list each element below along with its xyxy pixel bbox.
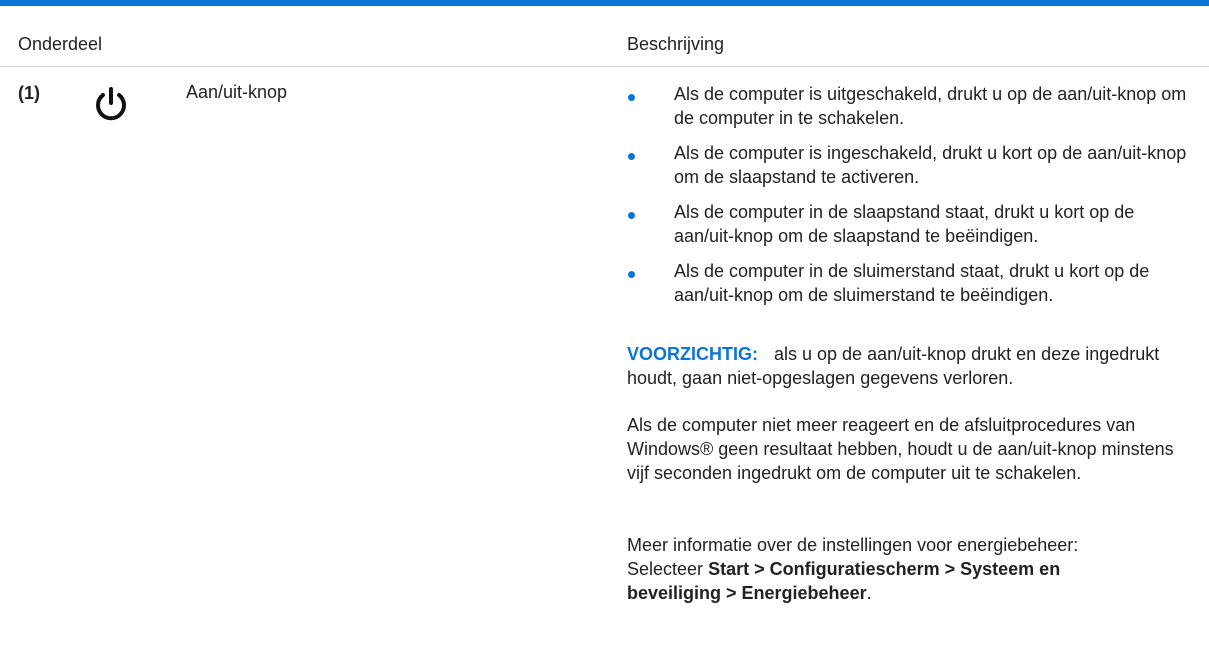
caution-label: VOORZICHTIG: xyxy=(627,344,758,364)
more-info-paragraph: Meer informatie over de instellingen voo… xyxy=(627,533,1147,605)
bullet-dot xyxy=(628,94,635,101)
bullet-dot xyxy=(628,212,635,219)
table-header: Onderdeel Beschrijving xyxy=(0,6,1209,67)
bullet-dot xyxy=(628,271,635,278)
component-name: Aan/uit-knop xyxy=(186,82,288,102)
column-header-description: Beschrijving xyxy=(627,34,725,54)
unresponsive-paragraph: Als de computer niet meer reageert en de… xyxy=(627,415,1174,483)
column-header-component: Onderdeel xyxy=(18,34,103,54)
bullet-item: Als de computer is ingeschakeld, drukt u… xyxy=(674,143,1187,187)
power-icon xyxy=(96,87,126,121)
caution-note: VOORZICHTIG: als u op de aan/uit-knop dru… xyxy=(627,342,1167,390)
bullet-dot xyxy=(628,153,635,160)
item-number: (1) xyxy=(18,83,40,103)
bullet-item: Als de computer in de slaapstand staat, … xyxy=(674,202,1135,246)
bullet-item: Als de computer is uitgeschakeld, drukt … xyxy=(674,84,1187,128)
more-info-end: . xyxy=(866,583,872,603)
bullet-item: Als de computer in de sluimerstand staat… xyxy=(674,261,1150,305)
